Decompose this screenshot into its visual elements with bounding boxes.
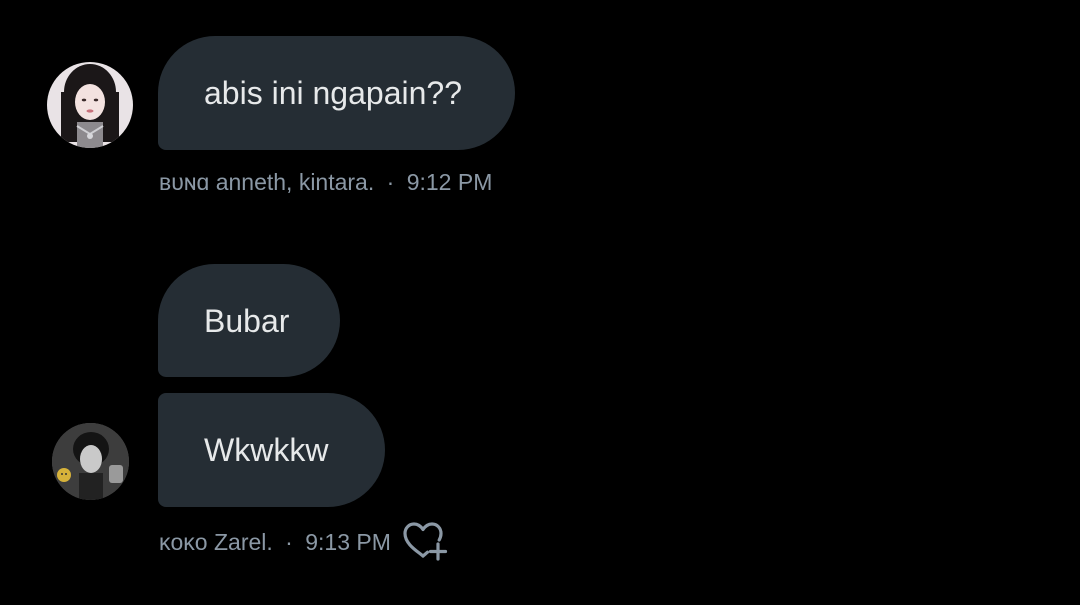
message-text: Wkwkkw [204, 432, 329, 468]
add-reaction-button[interactable] [401, 520, 449, 562]
message-time: 9:12 PM [406, 169, 493, 195]
message-bubble[interactable]: abis ini ngapain?? [158, 36, 515, 150]
avatar-photo [52, 423, 129, 500]
heart-add-icon [403, 522, 448, 561]
message-text: Bubar [204, 302, 290, 339]
sender-name[interactable]: ᴋᴏᴋᴏ Zarel. [159, 529, 273, 555]
dm-conversation: abis ini ngapain?? ʙᴜɴɑ anneth, kintara.… [0, 0, 1080, 605]
sender-avatar-anneth[interactable] [47, 62, 133, 148]
sender-avatar-zarel[interactable] [52, 423, 129, 500]
meta-separator: · [386, 169, 395, 195]
avatar-photo [47, 62, 133, 148]
message-meta: ᴋᴏᴋᴏ Zarel. · 9:13 PM [159, 529, 391, 556]
message-text: abis ini ngapain?? [204, 75, 462, 111]
sender-name[interactable]: ʙᴜɴɑ anneth, kintara. [159, 169, 374, 195]
meta-separator: · [285, 529, 293, 555]
message-bubble[interactable]: Bubar [158, 264, 340, 377]
message-time: 9:13 PM [305, 529, 391, 555]
message-meta: ʙᴜɴɑ anneth, kintara. · 9:12 PM [159, 169, 492, 196]
message-bubble[interactable]: Wkwkkw [158, 393, 385, 507]
